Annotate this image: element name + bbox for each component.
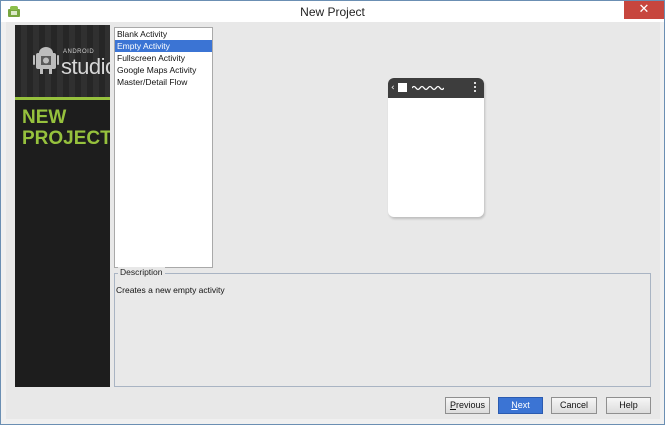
banner-heading: NEW PROJECT [22, 107, 110, 149]
close-icon: ✕ [638, 2, 650, 17]
list-item-fullscreen-activity[interactable]: Fullscreen Activity [115, 52, 212, 64]
next-button[interactable]: Next [498, 397, 543, 414]
previous-button[interactable]: Previous [445, 397, 490, 414]
banner-heading-line2: PROJECT [22, 128, 110, 149]
cancel-button[interactable]: Cancel [551, 397, 597, 414]
overflow-menu-icon [474, 82, 476, 94]
back-arrow-icon: ‹ [391, 83, 395, 93]
description-legend: Description [118, 267, 165, 277]
banner-heading-line1: NEW [22, 107, 67, 128]
next-label: ext [517, 400, 530, 410]
list-item-master-detail-flow[interactable]: Master/Detail Flow [115, 76, 212, 88]
description-text: Creates a new empty activity [116, 285, 225, 295]
list-item-blank-activity[interactable]: Blank Activity [115, 28, 212, 40]
android-studio-banner: ANDROID studio NEW PROJECT [15, 25, 110, 387]
logo-studio-text: studio [61, 54, 110, 79]
banner-logo-area: ANDROID studio [15, 25, 110, 97]
title-bar: New Project ✕ [1, 1, 664, 22]
list-item-google-maps-activity[interactable]: Google Maps Activity [115, 64, 212, 76]
new-project-window: New Project ✕ ANDROID studio NEW PRO [0, 0, 665, 425]
close-button[interactable]: ✕ [624, 1, 664, 19]
previous-label: revious [456, 400, 486, 410]
android-robot-icon [33, 47, 59, 74]
title-squiggle-icon [412, 85, 444, 91]
app-icon-placeholder [398, 83, 407, 92]
preview-action-bar: ‹ [388, 78, 484, 98]
list-item-empty-activity[interactable]: Empty Activity [115, 40, 212, 52]
window-title: New Project [300, 5, 365, 19]
activity-template-list[interactable]: Blank Activity Empty Activity Fullscreen… [114, 27, 213, 268]
banner-divider [15, 97, 110, 100]
help-button[interactable]: Help [606, 397, 651, 414]
activity-preview-phone: ‹ [388, 78, 484, 217]
